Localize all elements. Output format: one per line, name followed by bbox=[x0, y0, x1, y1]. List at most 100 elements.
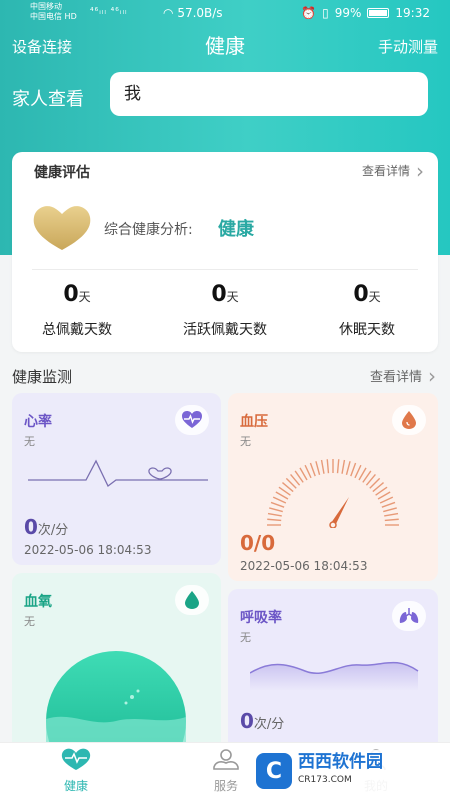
respiration-status: 无 bbox=[240, 631, 251, 644]
gauge-tick bbox=[377, 491, 391, 500]
family-member-selector[interactable]: 我 bbox=[110, 72, 428, 116]
heart-icon bbox=[32, 204, 92, 252]
heart-rate-unit: 次/分 bbox=[37, 523, 69, 538]
stat-value: 0 bbox=[63, 282, 79, 307]
watermark-site: CR173.COM bbox=[298, 775, 352, 785]
stat-label: 活跃佩戴天数 bbox=[183, 322, 267, 338]
tab-health[interactable]: 健康 bbox=[36, 747, 116, 794]
gauge-tick bbox=[381, 501, 396, 508]
watermark-logo: C 西西软件园 CR173.COM bbox=[250, 750, 435, 792]
gauge-tick bbox=[341, 459, 346, 474]
heart-rate-title: 心率 bbox=[24, 414, 52, 430]
stat-unit: 天 bbox=[78, 290, 91, 304]
gauge-tick bbox=[383, 507, 397, 513]
analysis-label: 综合健康分析: bbox=[104, 222, 193, 238]
battery-icon bbox=[367, 8, 390, 18]
service-icon bbox=[213, 749, 239, 770]
blood-pressure-card[interactable]: 血压 无 0/0 2022-05-06 18:04:53 bbox=[228, 393, 438, 581]
divider bbox=[32, 269, 418, 270]
stat-unit: 天 bbox=[226, 290, 239, 304]
health-evaluation-card: 健康评估 查看详情 › 综合健康分析: 健康 0天 总佩戴天数 0天 活跃佩戴天… bbox=[12, 152, 438, 352]
respiration-card[interactable]: 呼吸率 无 0次/分 bbox=[228, 589, 438, 753]
gauge-tick bbox=[379, 496, 394, 504]
gauge-tick bbox=[299, 467, 308, 481]
status-right: ⏰ ▯ 99% 19:32 bbox=[301, 6, 430, 20]
tab-label: 健康 bbox=[63, 779, 88, 793]
heart-rate-number: 0 bbox=[24, 515, 38, 539]
gauge-tick bbox=[354, 464, 362, 479]
heart-rate-time: 2022-05-06 18:04:53 bbox=[24, 543, 152, 557]
stat-active-wear: 0天 活跃佩戴天数 bbox=[160, 282, 290, 339]
blood-pressure-gauge bbox=[267, 459, 399, 528]
gauge-tick bbox=[345, 461, 351, 475]
heart-rate-status: 无 bbox=[24, 435, 35, 448]
lungs-icon bbox=[392, 601, 426, 631]
signal-icon: ⁴⁶ᵢₗₗ ⁴⁶ᵢₗₗ bbox=[90, 7, 128, 17]
gauge-tick bbox=[309, 462, 316, 477]
watermark-name: 西西软件园 bbox=[298, 752, 383, 772]
carrier-1: 中国移动 bbox=[30, 2, 62, 11]
blood-pressure-title: 血压 bbox=[240, 414, 268, 430]
blood-pressure-status: 无 bbox=[240, 435, 251, 448]
chevron-right-icon: › bbox=[428, 363, 436, 388]
wifi-speed: ◠ 57.0B/s bbox=[163, 6, 223, 20]
gauge-tick bbox=[336, 459, 340, 474]
hd-badge: HD bbox=[64, 12, 77, 21]
gauge-hub bbox=[329, 521, 337, 528]
alarm-icon: ⏰ bbox=[301, 6, 317, 20]
gauge-tick bbox=[350, 462, 357, 477]
status-bar: 中国移动 中国电信 HD ⁴⁶ᵢₗₗ ⁴⁶ᵢₗₗ ◠ 57.0B/s ⏰ ▯ 9… bbox=[0, 0, 450, 26]
respiration-value: 0次/分 bbox=[240, 709, 284, 733]
stat-label: 总佩戴天数 bbox=[42, 322, 112, 338]
gauge-tick bbox=[315, 461, 321, 475]
respiration-wave bbox=[250, 661, 419, 691]
heartbeat-icon bbox=[175, 405, 209, 435]
heart-rate-value: 0次/分 bbox=[24, 515, 68, 539]
details-label: 查看详情 bbox=[361, 164, 410, 178]
blood-oxygen-status: 无 bbox=[24, 615, 35, 628]
family-view-label: 家人查看 bbox=[12, 89, 84, 110]
stat-label: 休眠天数 bbox=[339, 322, 395, 338]
details-label: 查看详情 bbox=[369, 370, 422, 385]
respiration-unit: 次/分 bbox=[253, 717, 285, 732]
gauge-tick bbox=[275, 491, 289, 500]
blood-drop-icon bbox=[392, 405, 426, 435]
wifi-icon: ◠ bbox=[163, 6, 174, 20]
stat-sleep: 0天 休眠天数 bbox=[302, 282, 432, 339]
watermark-text: 西西软件园 CR173.COM bbox=[298, 753, 383, 789]
gauge-tick bbox=[304, 464, 312, 479]
battery-percent: 99% bbox=[334, 6, 362, 20]
carrier-info: 中国移动 中国电信 HD bbox=[30, 2, 77, 22]
monitor-section-title: 健康监测 bbox=[12, 368, 73, 386]
heart-icon bbox=[61, 748, 91, 770]
net-speed: 57.0B/s bbox=[177, 6, 223, 20]
stat-total-wear: 0天 总佩戴天数 bbox=[12, 282, 142, 339]
blood-pressure-value: 0/0 bbox=[240, 531, 276, 555]
gauge-tick bbox=[272, 496, 287, 504]
water-drop-icon bbox=[175, 585, 209, 615]
monitor-details-link[interactable]: 查看详情 › bbox=[369, 363, 436, 388]
gauge-tick bbox=[267, 512, 282, 517]
gauge-tick bbox=[269, 507, 283, 513]
manual-measure-link[interactable]: 手动测量 bbox=[378, 36, 438, 57]
gauge-tick bbox=[326, 459, 330, 474]
blood-oxygen-card[interactable]: 血氧 无 bbox=[12, 573, 221, 753]
evaluation-title: 健康评估 bbox=[34, 165, 90, 181]
analysis-value: 健康 bbox=[218, 219, 254, 240]
chevron-right-icon: › bbox=[416, 158, 424, 183]
respiration-number: 0 bbox=[240, 709, 254, 733]
heart-rate-wave bbox=[28, 459, 208, 487]
heart-rate-card[interactable]: 心率 无 0次/分 2022-05-06 18:04:53 bbox=[12, 393, 221, 565]
blood-pressure-time: 2022-05-06 18:04:53 bbox=[240, 559, 368, 573]
gauge-tick bbox=[384, 512, 399, 517]
gauge-tick bbox=[384, 518, 399, 522]
evaluation-details-link[interactable]: 查看详情 › bbox=[361, 158, 424, 183]
stat-unit: 天 bbox=[368, 290, 381, 304]
vibrate-icon: ▯ bbox=[322, 6, 329, 20]
stat-value: 0 bbox=[353, 282, 369, 307]
carrier-2: 中国电信 bbox=[30, 12, 62, 21]
blood-oxygen-title: 血氧 bbox=[24, 594, 52, 610]
clock: 19:32 bbox=[395, 6, 430, 20]
stat-value: 0 bbox=[211, 282, 227, 307]
blood-oxygen-level-graphic bbox=[46, 651, 186, 753]
